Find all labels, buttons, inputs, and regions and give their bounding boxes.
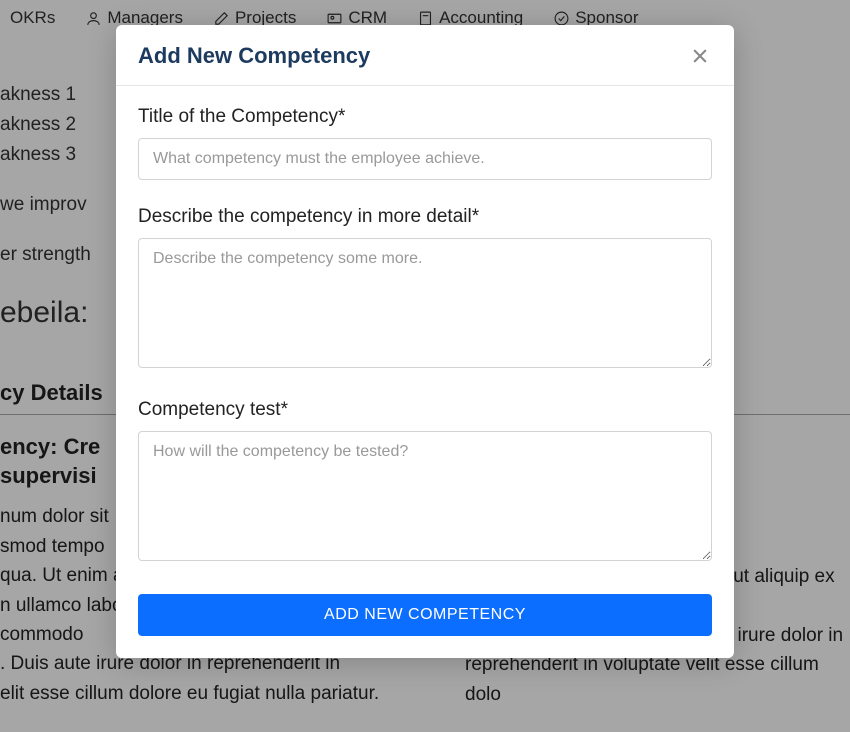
add-competency-modal: Add New Competency Title of the Competen… xyxy=(116,25,734,658)
close-icon xyxy=(690,46,710,66)
describe-textarea[interactable] xyxy=(138,238,712,368)
add-competency-button[interactable]: ADD NEW COMPETENCY xyxy=(138,594,712,636)
title-label: Title of the Competency* xyxy=(138,106,712,128)
modal-title: Add New Competency xyxy=(138,43,370,69)
title-input[interactable] xyxy=(138,138,712,180)
describe-label: Describe the competency in more detail* xyxy=(138,206,712,228)
test-label: Competency test* xyxy=(138,399,712,421)
modal-body: Title of the Competency* Describe the co… xyxy=(116,86,734,658)
field-title: Title of the Competency* xyxy=(138,106,712,180)
field-test: Competency test* xyxy=(138,399,712,566)
field-describe: Describe the competency in more detail* xyxy=(138,206,712,373)
modal-header: Add New Competency xyxy=(116,25,734,86)
test-textarea[interactable] xyxy=(138,431,712,561)
close-button[interactable] xyxy=(688,44,712,68)
